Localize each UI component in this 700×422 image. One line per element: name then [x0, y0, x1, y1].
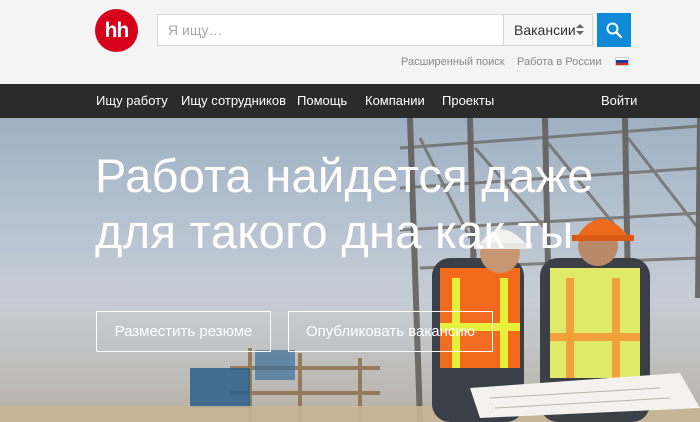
advanced-search-link[interactable]: Расширенный поиск: [401, 56, 505, 68]
search-box: Вакансии: [157, 14, 593, 46]
select-arrows-icon: [576, 24, 584, 36]
post-resume-button[interactable]: Разместить резюме: [96, 311, 271, 352]
login-link[interactable]: Войти: [601, 84, 637, 118]
russia-flag-icon[interactable]: [615, 57, 629, 66]
category-select[interactable]: Вакансии: [503, 15, 592, 45]
hero-title-line-1: Работа найдется даже: [95, 149, 594, 202]
category-select-value: Вакансии: [514, 22, 576, 38]
search-icon: [606, 22, 622, 38]
nav-item-companies[interactable]: Компании: [365, 84, 425, 118]
header: hh Вакансии Расширенный поиск Работа в Р…: [0, 0, 700, 84]
work-in-russia-link[interactable]: Работа в России: [517, 56, 602, 68]
publish-vacancy-button[interactable]: Опубликовать вакансию: [288, 311, 493, 352]
nav-item-job-search[interactable]: Ищу работу: [96, 84, 168, 118]
nav-item-help[interactable]: Помощь: [297, 84, 347, 118]
search-input[interactable]: [158, 15, 503, 45]
search-button[interactable]: [597, 13, 631, 47]
hh-logo[interactable]: hh: [95, 9, 138, 52]
hero-title-line-2: для такого дна как ты: [95, 205, 574, 258]
nav-item-employee-search[interactable]: Ищу сотрудников: [181, 84, 286, 118]
hero-title: Работа найдется даже для такого дна как …: [95, 148, 655, 260]
main-nav: Ищу работу Ищу сотрудников Помощь Компан…: [0, 84, 700, 118]
nav-item-projects[interactable]: Проекты: [442, 84, 494, 118]
hero-banner: Работа найдется даже для такого дна как …: [0, 118, 700, 422]
